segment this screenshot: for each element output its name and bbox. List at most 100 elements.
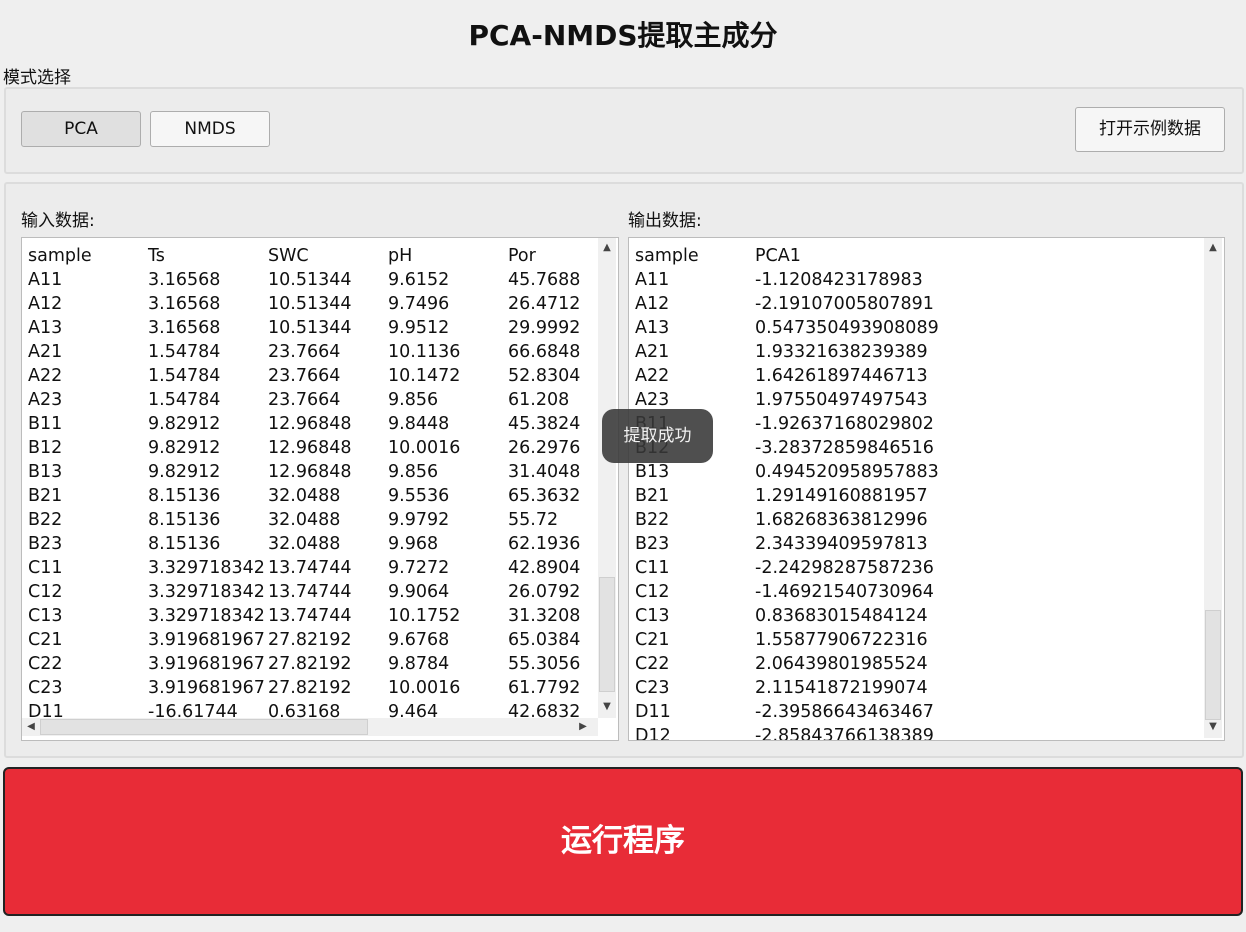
input-horizontal-scroll-thumb[interactable] — [40, 719, 368, 735]
output-cell: -2.39586643463467 — [755, 702, 934, 722]
scroll-up-arrow-icon[interactable]: ▲ — [598, 240, 616, 256]
nmds-mode-button[interactable]: NMDS — [150, 111, 270, 147]
input-cell: 13.74744 — [268, 606, 352, 626]
input-cell: 9.856 — [388, 462, 439, 482]
input-cell: 26.2976 — [508, 438, 581, 458]
output-cell: 1.29149160881957 — [755, 486, 928, 506]
input-cell: 52.8304 — [508, 366, 581, 386]
input-cell: 10.1472 — [388, 366, 461, 386]
input-horizontal-scrollbar[interactable]: ◀ ▶ — [22, 718, 598, 736]
input-cell: 62.1936 — [508, 534, 581, 554]
input-cell: 55.72 — [508, 510, 559, 530]
pca-mode-button[interactable]: PCA — [21, 111, 141, 147]
input-column-header: SWC — [268, 246, 309, 266]
input-cell: 9.82912 — [148, 438, 221, 458]
input-cell: C23 — [28, 678, 63, 698]
scroll-right-arrow-icon[interactable]: ▶ — [574, 719, 592, 735]
input-cell: 27.82192 — [268, 678, 352, 698]
output-vertical-scroll-thumb[interactable] — [1205, 610, 1221, 720]
input-cell: 3.16568 — [148, 270, 221, 290]
input-cell: 45.3824 — [508, 414, 581, 434]
output-cell: C22 — [635, 654, 670, 674]
output-cell: B22 — [635, 510, 670, 530]
input-cell: 31.4048 — [508, 462, 581, 482]
input-cell: 32.0488 — [268, 486, 341, 506]
run-program-button[interactable]: 运行程序 — [3, 767, 1243, 916]
input-cell: 9.6152 — [388, 270, 450, 290]
input-cell: B21 — [28, 486, 63, 506]
output-cell: -1.46921540730964 — [755, 582, 934, 602]
input-cell: B22 — [28, 510, 63, 530]
scroll-up-arrow-icon[interactable]: ▲ — [1204, 240, 1222, 256]
input-cell: 13.74744 — [268, 558, 352, 578]
input-cell: 27.82192 — [268, 630, 352, 650]
output-cell: 2.34339409597813 — [755, 534, 928, 554]
input-cell: 10.51344 — [268, 318, 352, 338]
input-cell: 9.6768 — [388, 630, 450, 650]
input-cell: 12.96848 — [268, 462, 352, 482]
input-cell: 65.0384 — [508, 630, 581, 650]
input-cell: 9.82912 — [148, 462, 221, 482]
output-cell: A22 — [635, 366, 670, 386]
input-cell: 3.16568 — [148, 318, 221, 338]
output-cell: D11 — [635, 702, 671, 722]
input-cell: 10.51344 — [268, 270, 352, 290]
input-cell: 9.968 — [388, 534, 439, 554]
output-cell: B13 — [635, 462, 670, 482]
input-cell: 55.3056 — [508, 654, 581, 674]
input-cell: 61.7792 — [508, 678, 581, 698]
open-example-data-button[interactable]: 打开示例数据 — [1075, 107, 1225, 152]
mode-section-label: 模式选择 — [3, 68, 71, 88]
input-cell: 9.5536 — [388, 486, 450, 506]
output-cell: C13 — [635, 606, 670, 626]
output-cell: -3.28372859846516 — [755, 438, 934, 458]
input-vertical-scrollbar[interactable]: ▲ ▼ — [598, 238, 616, 718]
input-cell: 9.9064 — [388, 582, 450, 602]
output-cell: -2.85843766138389 — [755, 726, 934, 741]
output-cell: 1.55877906722316 — [755, 630, 928, 650]
output-vertical-scrollbar[interactable]: ▲ ▼ — [1204, 238, 1222, 738]
output-cell: -2.19107005807891 — [755, 294, 934, 314]
input-cell: 3.329718342 — [148, 582, 265, 602]
input-data-textbox[interactable]: sample Ts SWC pH Por A11 3.16568 10.51344 9.6152… — [21, 237, 619, 741]
output-cell: D12 — [635, 726, 671, 741]
input-cell: 3.16568 — [148, 294, 221, 314]
input-column-header: pH — [388, 246, 413, 266]
input-cell: 9.7496 — [388, 294, 450, 314]
input-cell: A21 — [28, 342, 63, 362]
input-cell: 9.8784 — [388, 654, 450, 674]
toast-notification: 提取成功 — [602, 409, 713, 463]
output-cell: 2.06439801985524 — [755, 654, 928, 674]
input-column-header: Ts — [148, 246, 165, 266]
input-cell: 10.0016 — [388, 438, 461, 458]
input-cell: B12 — [28, 438, 63, 458]
output-column-header: sample — [635, 246, 699, 266]
output-cell: -2.24298287587236 — [755, 558, 934, 578]
input-cell: 1.54784 — [148, 366, 221, 386]
scroll-down-arrow-icon[interactable]: ▼ — [1204, 719, 1222, 735]
output-data-textbox[interactable]: sample PCA1 A11 -1.1208423178983 A12 -2.19107… — [628, 237, 1225, 741]
input-cell: 10.1752 — [388, 606, 461, 626]
input-vertical-scroll-thumb[interactable] — [599, 577, 615, 692]
input-cell: C21 — [28, 630, 63, 650]
input-cell: 3.919681967 — [148, 630, 265, 650]
output-cell: 1.97550497497543 — [755, 390, 928, 410]
output-cell: C12 — [635, 582, 670, 602]
scroll-left-arrow-icon[interactable]: ◀ — [22, 719, 40, 735]
input-cell: 45.7688 — [508, 270, 581, 290]
output-cell: 1.68268363812996 — [755, 510, 928, 530]
input-cell: 9.9792 — [388, 510, 450, 530]
input-cell: 10.0016 — [388, 678, 461, 698]
scroll-down-arrow-icon[interactable]: ▼ — [598, 699, 616, 715]
output-cell: 0.494520958957883 — [755, 462, 939, 482]
input-cell: 3.919681967 — [148, 654, 265, 674]
input-cell: A12 — [28, 294, 63, 314]
input-cell: 1.54784 — [148, 390, 221, 410]
input-cell: 8.15136 — [148, 486, 221, 506]
input-cell: 29.9992 — [508, 318, 581, 338]
input-cell: C11 — [28, 558, 63, 578]
input-cell: 9.82912 — [148, 414, 221, 434]
input-cell: 8.15136 — [148, 510, 221, 530]
output-cell: -1.1208423178983 — [755, 270, 923, 290]
output-cell: C21 — [635, 630, 670, 650]
